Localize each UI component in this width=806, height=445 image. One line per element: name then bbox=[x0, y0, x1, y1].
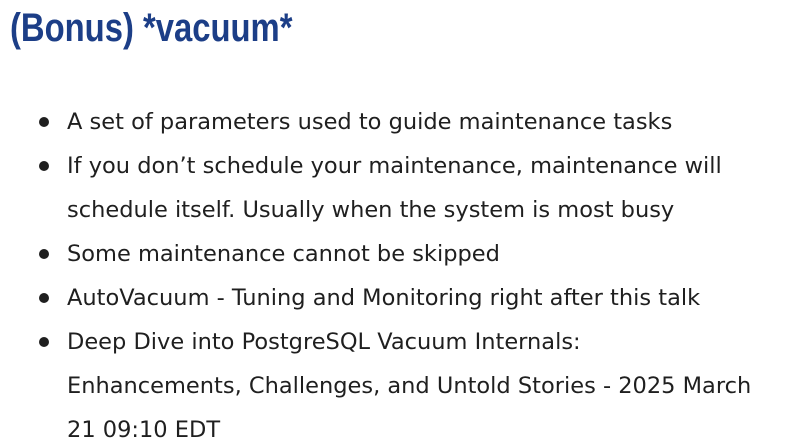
bullet-list: A set of parameters used to guide mainte… bbox=[0, 100, 806, 445]
bullet-text-line: Enhancements, Challenges, and Untold Sto… bbox=[67, 373, 752, 399]
bullet-text-line: Deep Dive into PostgreSQL Vacuum Interna… bbox=[67, 329, 581, 355]
bullet-dot-icon bbox=[39, 293, 49, 303]
list-item: AutoVacuum - Tuning and Monitoring right… bbox=[0, 276, 806, 320]
bullet-text-line: A set of parameters used to guide mainte… bbox=[67, 109, 673, 135]
list-item: Some maintenance cannot be skipped bbox=[0, 232, 806, 276]
slide: (Bonus) *vacuum* A set of parameters use… bbox=[0, 0, 806, 445]
bullet-dot-icon bbox=[39, 161, 49, 171]
bullet-dot-icon bbox=[39, 249, 49, 259]
bullet-dot-icon bbox=[39, 117, 49, 127]
list-item: A set of parameters used to guide mainte… bbox=[0, 100, 806, 144]
list-item: Deep Dive into PostgreSQL Vacuum Interna… bbox=[0, 320, 806, 445]
bullet-text-line: AutoVacuum - Tuning and Monitoring right… bbox=[67, 285, 701, 311]
list-item: If you don’t schedule your maintenance, … bbox=[0, 144, 806, 232]
bullet-dot-icon bbox=[39, 337, 49, 347]
bullet-text-line: Some maintenance cannot be skipped bbox=[67, 241, 500, 267]
slide-title: (Bonus) *vacuum* bbox=[10, 6, 293, 50]
bullet-text-line: 21 09:10 EDT bbox=[67, 417, 221, 443]
bullet-text-line: schedule itself. Usually when the system… bbox=[67, 197, 675, 223]
bullet-text-line: If you don’t schedule your maintenance, … bbox=[67, 153, 722, 179]
